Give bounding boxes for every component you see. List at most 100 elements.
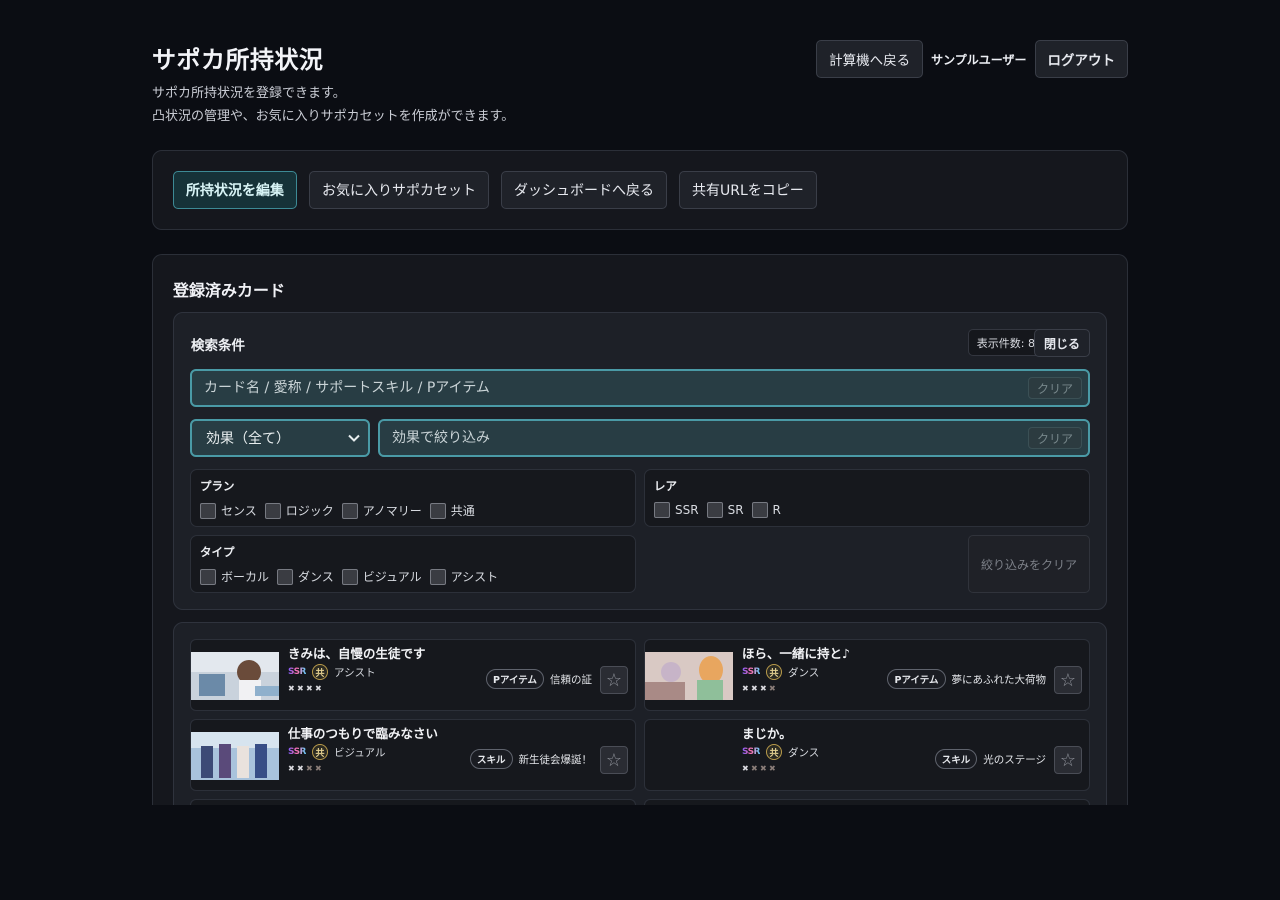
checkbox[interactable] bbox=[264, 502, 281, 519]
type-option-dance[interactable]: ダンス bbox=[277, 568, 334, 585]
effect-filter-input[interactable] bbox=[380, 421, 1028, 455]
effect-name: 光のステージ bbox=[983, 753, 1046, 766]
effect-tag: Pアイテム bbox=[485, 669, 544, 689]
effect-name: 信頼の証 bbox=[550, 673, 592, 686]
card-item[interactable]: きみは、自慢の生徒です SSR 共 アシスト ✖ ✖ ✖ ✖ Pアイテム 信頼の証 ☆ bbox=[190, 639, 636, 711]
cross-icon: ✖ bbox=[297, 684, 304, 693]
star-outline-icon: ☆ bbox=[1059, 669, 1077, 691]
cross-icon: ✖ bbox=[751, 684, 758, 693]
page-header: サポカ所持状況 サポカ所持状況を登録できます。 凸状況の管理や、お気に入りサポカ… bbox=[152, 0, 1128, 150]
card-list: きみは、自慢の生徒です SSR 共 アシスト ✖ ✖ ✖ ✖ Pアイテム 信頼の証 ☆ bbox=[173, 622, 1107, 805]
plan-option-common[interactable]: 共通 bbox=[429, 502, 475, 519]
plan-option-anomaly[interactable]: アノマリー bbox=[341, 502, 422, 519]
cross-icon: ✖ bbox=[742, 764, 749, 773]
rarity-filter-title: レア bbox=[654, 479, 677, 493]
plan-option-logic[interactable]: ロジック bbox=[264, 502, 334, 519]
type-filter-title: タイプ bbox=[200, 545, 235, 559]
rarity-badge: SSR bbox=[742, 747, 761, 757]
cross-icon: ✖ bbox=[769, 684, 776, 693]
rarity-option-r[interactable]: R bbox=[751, 502, 781, 518]
plan-badge: 共 bbox=[766, 744, 782, 760]
checkbox[interactable] bbox=[751, 502, 768, 518]
rarity-option-ssr[interactable]: SSR bbox=[654, 502, 699, 518]
card-name: ほら、一緒に持と♪ bbox=[742, 646, 850, 661]
type-option-vocal[interactable]: ボーカル bbox=[200, 568, 269, 585]
copy-share-url-button[interactable]: 共有URLをコピー bbox=[679, 171, 817, 209]
cross-icon: ✖ bbox=[769, 764, 776, 773]
cross-icon: ✖ bbox=[751, 764, 758, 773]
card-item[interactable]: 仕事のつもりで臨みなさい SSR 共 ビジュアル ✖ ✖ ✖ ✖ スキル 新生徒会爆誕… bbox=[190, 719, 636, 791]
checkbox[interactable] bbox=[277, 568, 294, 585]
card-thumbnail bbox=[645, 652, 733, 700]
cross-icon: ✖ bbox=[297, 764, 304, 773]
card-item[interactable] bbox=[644, 799, 1090, 805]
section-title: 登録済みカード bbox=[173, 281, 286, 300]
checkbox[interactable] bbox=[654, 502, 670, 518]
checkbox[interactable] bbox=[429, 568, 446, 585]
card-item[interactable] bbox=[190, 799, 636, 805]
plan-filter-group: プラン センス ロジック アノマリー 共通 bbox=[190, 469, 636, 527]
effect-tag: Pアイテム bbox=[887, 669, 946, 689]
star-outline-icon: ☆ bbox=[605, 749, 623, 771]
card-name: 仕事のつもりで臨みなさい bbox=[288, 726, 439, 741]
card-type: ダンス bbox=[788, 746, 820, 759]
clear-keyword-button[interactable]: クリア bbox=[1027, 377, 1082, 399]
card-item[interactable]: ほら、一緒に持と♪ SSR 共 ダンス ✖ ✖ ✖ ✖ Pアイテム 夢にあふれた大荷物… bbox=[644, 639, 1090, 711]
uncap-indicator: ✖ ✖ ✖ ✖ bbox=[742, 765, 777, 773]
page-description-line1: サポカ所持状況を登録できます。 bbox=[152, 86, 346, 101]
logout-button[interactable]: ログアウト bbox=[1034, 40, 1128, 78]
back-to-calculator-button[interactable]: 計算機へ戻る bbox=[816, 40, 924, 78]
search-conditions: 検索条件 表示件数: 8 閉じる クリア 効果（全て） クリア プラン センス … bbox=[173, 312, 1107, 610]
favorite-button[interactable]: ☆ bbox=[1054, 746, 1082, 774]
checkbox[interactable] bbox=[341, 502, 358, 519]
favorite-button[interactable]: ☆ bbox=[600, 666, 628, 694]
cross-icon: ✖ bbox=[288, 684, 295, 693]
card-thumbnail bbox=[191, 652, 279, 700]
card-type: ビジュアル bbox=[334, 746, 386, 759]
rarity-badge: SSR bbox=[288, 747, 307, 757]
keyword-search-input[interactable] bbox=[192, 371, 1028, 405]
effect-name: 新生徒会爆誕！ bbox=[518, 753, 593, 766]
clear-filters-button[interactable]: 絞り込みをクリア bbox=[968, 535, 1090, 593]
type-option-assist[interactable]: アシスト bbox=[429, 568, 498, 585]
uncap-indicator: ✖ ✖ ✖ ✖ bbox=[742, 685, 777, 693]
clear-effect-button[interactable]: クリア bbox=[1027, 427, 1082, 449]
cross-icon: ✖ bbox=[306, 684, 313, 693]
cross-icon: ✖ bbox=[288, 764, 295, 773]
search-title: 検索条件 bbox=[191, 338, 245, 354]
effect-select-value: 効果（全て） bbox=[206, 431, 290, 447]
plan-option-sense[interactable]: センス bbox=[200, 502, 257, 519]
rarity-badge: SSR bbox=[742, 667, 761, 677]
checkbox[interactable] bbox=[200, 502, 216, 519]
rarity-option-sr[interactable]: SR bbox=[706, 502, 744, 518]
registered-cards-panel: 登録済みカード 検索条件 表示件数: 8 閉じる クリア 効果（全て） クリア … bbox=[152, 254, 1128, 805]
effect-name: 夢にあふれた大荷物 bbox=[951, 673, 1047, 686]
checkbox[interactable] bbox=[200, 568, 216, 585]
cross-icon: ✖ bbox=[760, 764, 767, 773]
card-thumbnail bbox=[191, 732, 279, 780]
rarity-filter-group: レア SSR SR R bbox=[644, 469, 1090, 527]
cross-icon: ✖ bbox=[742, 684, 749, 693]
back-to-dashboard-button[interactable]: ダッシュボードへ戻る bbox=[501, 171, 667, 209]
plan-badge: 共 bbox=[312, 744, 328, 760]
checkbox[interactable] bbox=[706, 502, 723, 518]
card-item[interactable]: まじか。 SSR 共 ダンス ✖ ✖ ✖ ✖ スキル 光のステージ ☆ bbox=[644, 719, 1090, 791]
type-option-visual[interactable]: ビジュアル bbox=[341, 568, 422, 585]
edit-ownership-button[interactable]: 所持状況を編集 bbox=[173, 171, 297, 209]
effect-select[interactable]: 効果（全て） bbox=[190, 419, 370, 457]
uncap-indicator: ✖ ✖ ✖ ✖ bbox=[288, 685, 323, 693]
rarity-badge: SSR bbox=[288, 667, 307, 677]
close-search-button[interactable]: 閉じる bbox=[1033, 329, 1090, 357]
favorite-button[interactable]: ☆ bbox=[600, 746, 628, 774]
favorite-sets-button[interactable]: お気に入りサポカセット bbox=[309, 171, 489, 209]
card-name: まじか。 bbox=[742, 726, 792, 741]
action-toolbar: 所持状況を編集 お気に入りサポカセット ダッシュボードへ戻る 共有URLをコピー bbox=[152, 150, 1128, 230]
checkbox[interactable] bbox=[429, 502, 446, 519]
cross-icon: ✖ bbox=[760, 684, 767, 693]
cross-icon: ✖ bbox=[315, 684, 322, 693]
checkbox[interactable] bbox=[341, 568, 358, 585]
type-filter-group: タイプ ボーカル ダンス ビジュアル アシスト bbox=[190, 535, 636, 593]
keyword-search-field: クリア bbox=[190, 369, 1090, 407]
card-type: ダンス bbox=[788, 666, 820, 679]
favorite-button[interactable]: ☆ bbox=[1054, 666, 1082, 694]
